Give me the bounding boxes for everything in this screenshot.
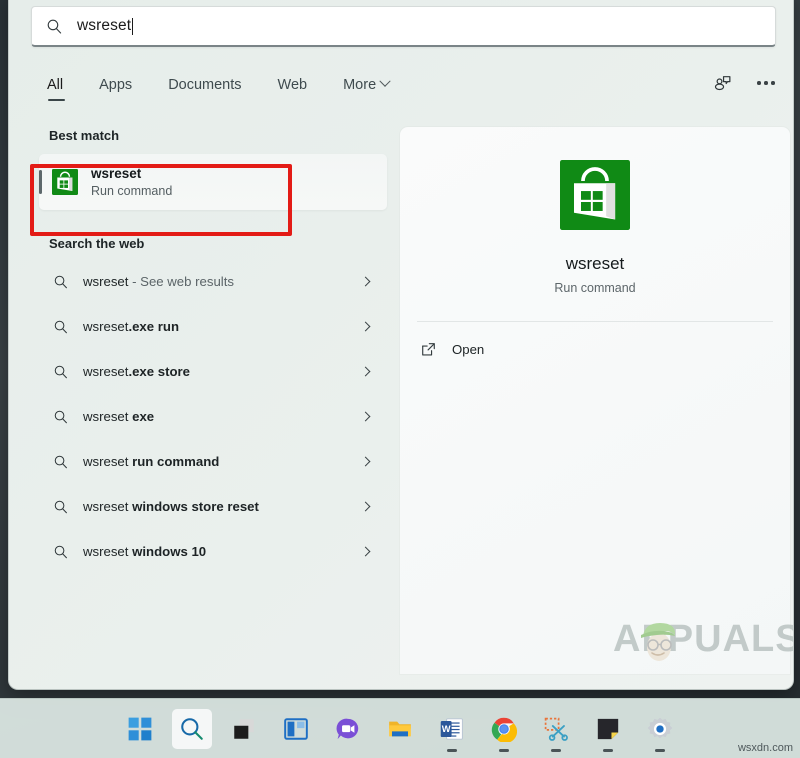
web-results-list: wsreset - See web results wsreset.exe run… <box>9 259 391 574</box>
web-result-label: wsreset.exe run <box>83 319 179 334</box>
web-result-label: wsreset windows store reset <box>83 499 259 514</box>
task-view-icon <box>231 716 257 742</box>
taskbar-item-sticky-notes[interactable] <box>588 709 628 749</box>
open-action-button[interactable]: Open <box>410 329 780 369</box>
taskbar-item-chat[interactable] <box>328 709 368 749</box>
google-chrome-icon <box>491 716 517 742</box>
chat-icon <box>335 716 361 742</box>
snipping-tool-icon <box>543 716 569 742</box>
taskbar-item-file-explorer[interactable] <box>380 709 420 749</box>
open-external-icon <box>420 341 437 358</box>
appuals-watermark: APPUALS <box>613 620 794 658</box>
best-match-subtitle: Run command <box>91 183 172 199</box>
search-icon <box>53 319 69 335</box>
tab-all[interactable]: All <box>47 74 63 103</box>
search-icon <box>53 499 69 515</box>
best-match-heading: Best match <box>9 128 391 143</box>
chevron-right-icon <box>361 547 371 557</box>
web-result-row[interactable]: wsreset windows store reset <box>39 484 387 529</box>
microsoft-word-icon: W <box>439 716 465 742</box>
sticky-notes-icon <box>595 716 621 742</box>
taskbar-item-search[interactable] <box>172 709 212 749</box>
tab-apps[interactable]: Apps <box>99 74 132 103</box>
search-flyout-panel: wsreset All Apps Documents Web More Best… <box>8 0 794 690</box>
web-result-row[interactable]: wsreset windows 10 <box>39 529 387 574</box>
taskbar-item-start[interactable] <box>120 709 160 749</box>
chevron-right-icon <box>361 412 371 422</box>
feedback-icon[interactable] <box>709 70 735 96</box>
web-result-label: wsreset windows 10 <box>83 544 206 559</box>
text-caret <box>132 18 133 35</box>
gear-icon <box>647 716 673 742</box>
microsoft-store-icon <box>560 160 630 230</box>
search-icon <box>53 409 69 425</box>
source-credit: wsxdn.com <box>738 742 793 754</box>
search-icon <box>53 544 69 560</box>
chevron-right-icon <box>361 457 371 467</box>
web-result-label: wsreset exe <box>83 409 154 424</box>
svg-text:W: W <box>442 724 451 734</box>
widgets-icon <box>283 716 309 742</box>
tab-apps-label: Apps <box>99 77 132 93</box>
chevron-right-icon <box>361 502 371 512</box>
web-result-row[interactable]: wsreset run command <box>39 439 387 484</box>
best-match-title: wsreset <box>91 165 172 182</box>
toolbar-actions <box>709 70 779 96</box>
chevron-right-icon <box>361 322 371 332</box>
chevron-right-icon <box>361 367 371 377</box>
tab-all-label: All <box>47 77 63 93</box>
taskbar-item-task-view[interactable] <box>224 709 264 749</box>
search-bar-container: wsreset <box>31 6 776 47</box>
search-web-heading: Search the web <box>9 236 391 251</box>
tab-more-label: More <box>343 77 376 93</box>
web-result-row[interactable]: wsreset.exe store <box>39 349 387 394</box>
web-result-row[interactable]: wsreset exe <box>39 394 387 439</box>
chevron-down-icon <box>379 76 390 87</box>
filter-tabs: All Apps Documents Web More <box>47 74 389 103</box>
preview-panel: wsreset Run command Open <box>400 127 790 674</box>
microsoft-store-icon <box>52 169 78 195</box>
appuals-mascot-icon <box>637 618 681 666</box>
chevron-right-icon <box>361 277 371 287</box>
file-explorer-icon <box>387 716 413 742</box>
search-icon <box>179 716 205 742</box>
taskbar-item-settings[interactable] <box>640 709 680 749</box>
results-list: Best match wsreset Ru <box>9 128 391 574</box>
tab-documents-label: Documents <box>168 77 241 93</box>
search-icon <box>53 274 69 290</box>
web-result-label: wsreset.exe store <box>83 364 190 379</box>
search-input-value: wsreset <box>77 17 131 35</box>
tab-more[interactable]: More <box>343 74 389 103</box>
taskbar-item-word[interactable]: W <box>432 709 472 749</box>
web-result-label: wsreset run command <box>83 454 219 469</box>
search-icon <box>46 18 63 35</box>
web-result-label: wsreset - See web results <box>83 274 234 289</box>
best-match-text: wsreset Run command <box>91 165 172 199</box>
more-options-icon[interactable] <box>753 70 779 96</box>
taskbar: W <box>0 698 800 758</box>
best-match-result[interactable]: wsreset Run command <box>39 154 387 210</box>
search-icon <box>53 454 69 470</box>
windows-start-icon <box>127 716 153 742</box>
web-result-row[interactable]: wsreset.exe run <box>39 304 387 349</box>
taskbar-item-chrome[interactable] <box>484 709 524 749</box>
taskbar-item-snipping-tool[interactable] <box>536 709 576 749</box>
preview-subtitle: Run command <box>400 281 790 295</box>
taskbar-item-widgets[interactable] <box>276 709 316 749</box>
search-input[interactable]: wsreset <box>31 6 776 47</box>
preview-title: wsreset <box>400 254 790 274</box>
divider <box>417 321 773 322</box>
web-result-row[interactable]: wsreset - See web results <box>39 259 387 304</box>
tab-documents[interactable]: Documents <box>168 74 241 103</box>
tab-web[interactable]: Web <box>278 74 308 103</box>
tab-web-label: Web <box>278 77 308 93</box>
search-icon <box>53 364 69 380</box>
open-action-label: Open <box>452 342 484 357</box>
